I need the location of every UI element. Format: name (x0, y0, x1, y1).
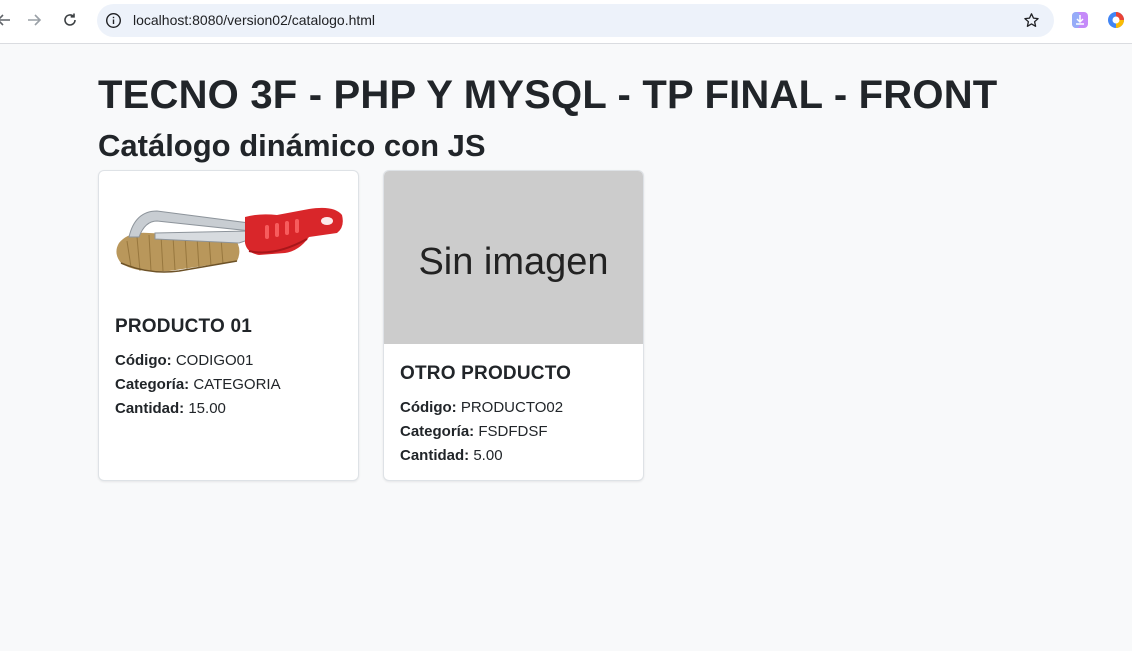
site-info-icon[interactable] (105, 12, 122, 29)
page-subtitle: Catálogo dinámico con JS (98, 128, 486, 163)
card-body: OTRO PRODUCTO Código: PRODUCTO02 Categor… (400, 362, 627, 468)
bookmark-star-icon[interactable] (1023, 12, 1040, 29)
category-label: Categoría: (400, 423, 475, 440)
quantity-label: Cantidad: (400, 447, 470, 464)
product-category-row: Categoría: FSDFDSF (400, 420, 627, 444)
product-category: CATEGORIA (193, 376, 281, 393)
product-category: FSDFDSF (478, 423, 548, 440)
product-card: Sin imagen OTRO PRODUCTO Código: PRODUCT… (383, 170, 644, 481)
forward-arrow-icon[interactable] (20, 6, 48, 34)
product-code-row: Código: CODIGO01 (115, 349, 342, 373)
product-category-row: Categoría: CATEGORIA (115, 373, 342, 397)
product-quantity: 5.00 (473, 447, 503, 464)
product-name: OTRO PRODUCTO (400, 363, 572, 384)
card-body: PRODUCTO 01 Código: CODIGO01 Categoría: … (115, 315, 342, 421)
product-quantity-row: Cantidad: 5.00 (400, 444, 627, 468)
product-code: CODIGO01 (175, 352, 254, 369)
product-quantity-row: Cantidad: 15.00 (115, 397, 342, 421)
no-image-text: Sin imagen (418, 241, 609, 283)
page-title: TECNO 3F - PHP Y MYSQL - TP FINAL - FRON… (98, 73, 998, 117)
url-text[interactable]: localhost:8080/version02/catalogo.html (133, 12, 375, 29)
category-label: Categoría: (115, 376, 190, 393)
address-bar[interactable]: localhost:8080/version02/catalogo.html (97, 4, 1054, 37)
back-arrow-icon[interactable] (0, 6, 18, 34)
wire-brush-image (116, 207, 343, 273)
product-code: PRODUCTO02 (460, 399, 564, 416)
no-image-placeholder: Sin imagen (384, 171, 643, 344)
product-quantity: 15.00 (188, 400, 226, 417)
reload-icon[interactable] (56, 6, 84, 34)
code-label: Código: (115, 352, 172, 369)
product-name: PRODUCTO 01 (115, 316, 252, 337)
product-code-row: Código: PRODUCTO02 (400, 396, 627, 420)
product-card: PRODUCTO 01 Código: CODIGO01 Categoría: … (98, 170, 359, 481)
quantity-label: Cantidad: (115, 400, 185, 417)
browser-toolbar: localhost:8080/version02/catalogo.html (0, 0, 1132, 44)
browser-extension-icon[interactable] (1107, 11, 1125, 29)
code-label: Código: (400, 399, 457, 416)
download-extension-icon[interactable] (1071, 11, 1089, 29)
